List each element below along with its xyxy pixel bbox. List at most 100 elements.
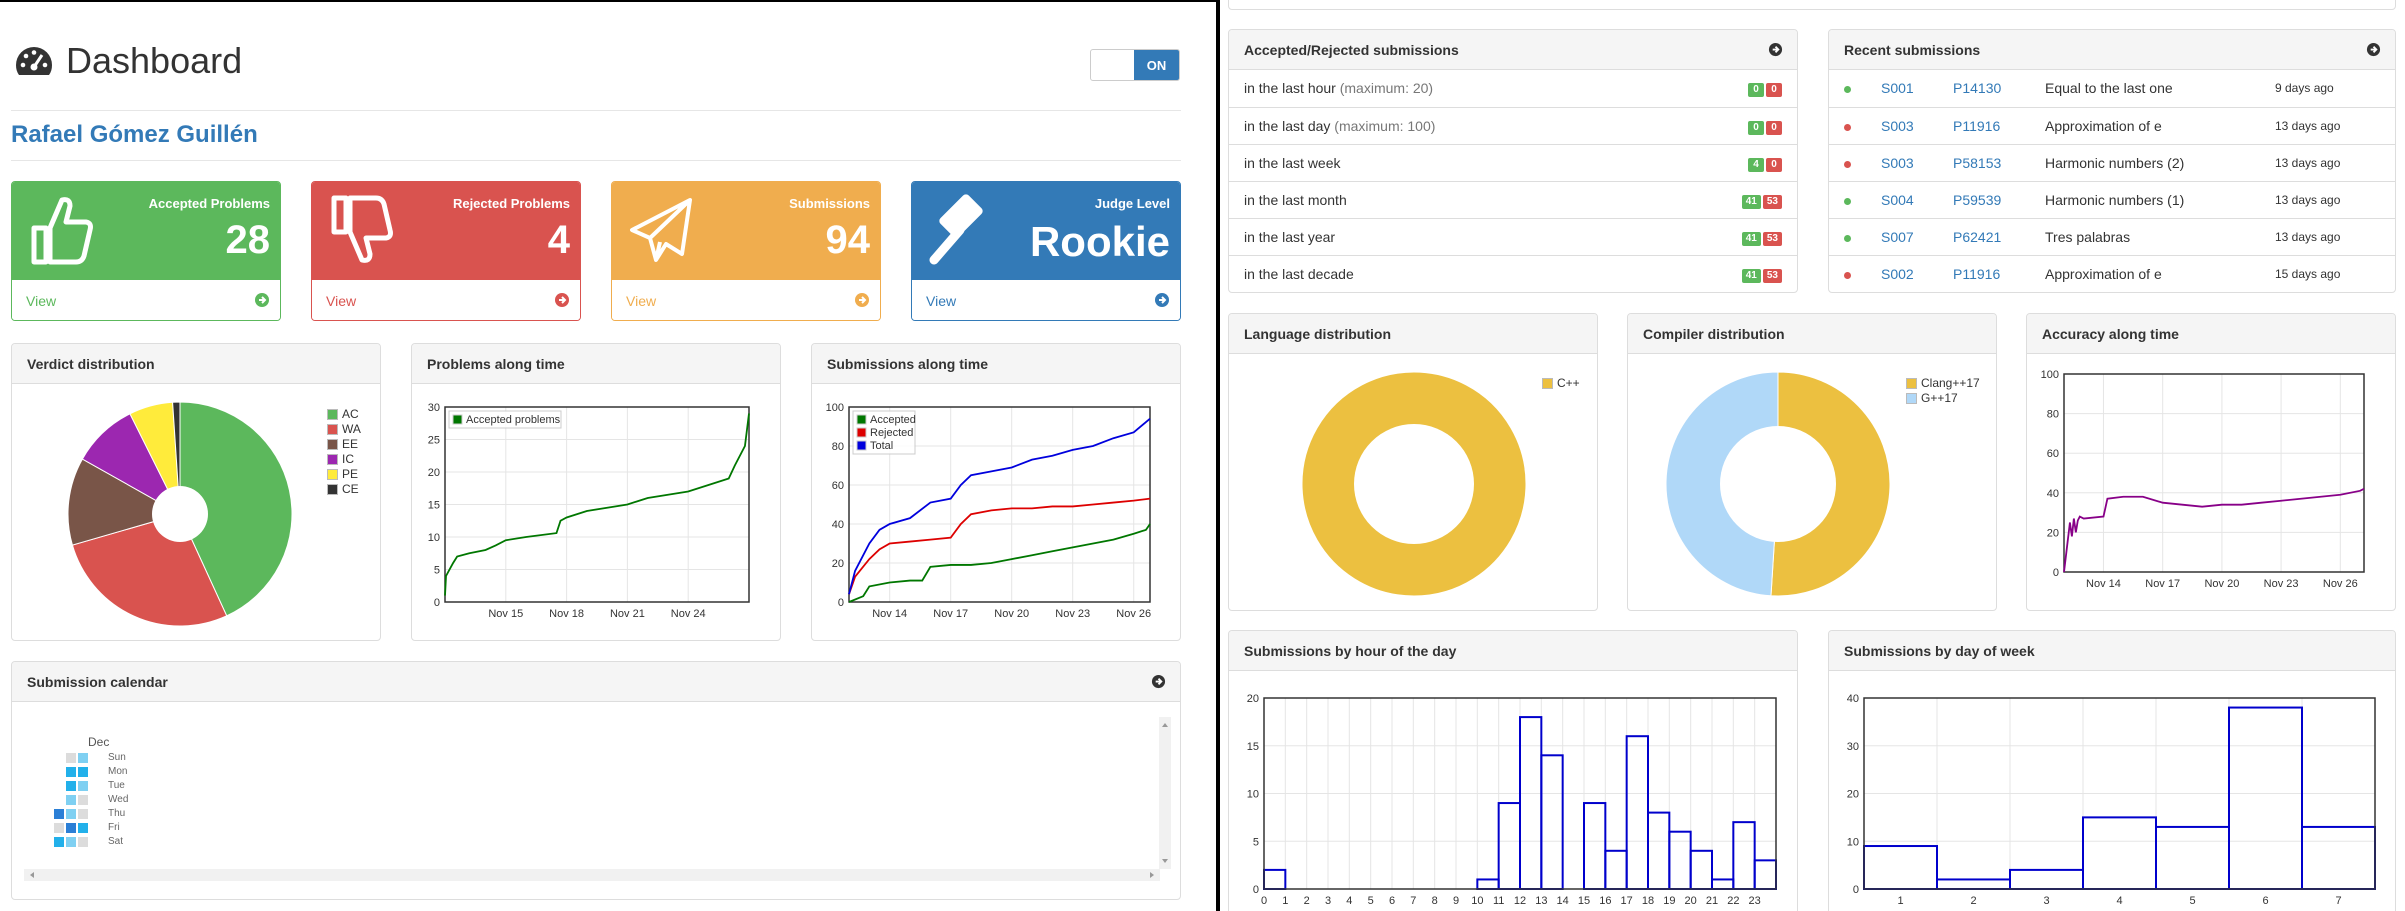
accepted-badge: 41 (1741, 194, 1761, 209)
scroll-left-icon (30, 872, 34, 878)
calendar-day-cell[interactable] (78, 781, 88, 791)
legend-swatch (856, 414, 867, 425)
y-tick-label: 20 (1247, 693, 1259, 705)
recent-submissions-table: S001 P14130 Equal to the last one 9 days ag… (1829, 70, 2395, 292)
tile-value: 4 (547, 218, 570, 262)
calendar-day-cell[interactable] (78, 823, 88, 833)
tile-value: 94 (825, 218, 871, 262)
submission-link[interactable]: S001 (1866, 70, 1938, 107)
calendar-day-cell[interactable] (66, 837, 76, 847)
x-tick-label: Nov 26 (1116, 608, 1151, 620)
x-tick-label: Nov 23 (2264, 578, 2299, 590)
y-tick-label: 100 (2041, 369, 2059, 381)
user-name: Rafael Gómez Guillén (11, 121, 258, 148)
status-dot-icon (1844, 197, 1851, 205)
vertical-scrollbar[interactable] (1159, 717, 1171, 869)
problem-title: Harmonic numbers (2) (2030, 143, 2260, 181)
x-tick-label: 15 (1578, 895, 1590, 907)
problem-title: Approximation of e (2030, 106, 2260, 144)
calendar-day-cell[interactable] (54, 809, 64, 819)
tile-view-link[interactable]: View (912, 280, 1180, 320)
bar-17 (1625, 735, 1649, 890)
problem-link[interactable]: P59539 (1938, 180, 2030, 218)
y-tick-label: 20 (2047, 527, 2059, 539)
view-toggle[interactable]: ON (1090, 49, 1180, 81)
submission-link[interactable]: S007 (1866, 217, 1938, 255)
bar-6 (2228, 706, 2303, 890)
period-note: (maximum: 100) (1334, 117, 1436, 134)
legend-swatch (327, 438, 338, 450)
submission-link[interactable]: S003 (1866, 143, 1938, 181)
submission-time: 13 days ago (2260, 106, 2395, 144)
problem-link[interactable]: P11916 (1938, 254, 2030, 292)
calendar-day-cell[interactable] (54, 823, 64, 833)
x-tick-label: 3 (1325, 895, 1331, 907)
verdict-legend: AC WA EE IC PE CE (327, 407, 361, 497)
submission-time: 13 days ago (2260, 180, 2395, 218)
x-tick-label: 1 (1897, 895, 1903, 907)
calendar-day-cell[interactable] (66, 753, 76, 763)
y-tick-label: 0 (2053, 567, 2059, 579)
submission-link[interactable]: S004 (1866, 180, 1938, 218)
status-dot (1829, 217, 1866, 255)
x-tick-label: 8 (1432, 895, 1438, 907)
period-label: in the last day (maximum: 100) (1229, 106, 1658, 144)
x-tick-label: Nov 24 (671, 608, 706, 620)
status-dot-icon (1844, 234, 1851, 242)
calendar-day-cell[interactable] (78, 795, 88, 805)
x-tick-label: 4 (2116, 895, 2122, 907)
x-tick-label: 14 (1557, 895, 1569, 907)
tile-view-link[interactable]: View (12, 280, 280, 320)
paper-plane-icon (630, 198, 692, 262)
calendar-day-cell[interactable] (66, 767, 76, 777)
x-tick-label: 7 (1410, 895, 1416, 907)
tile-view-link[interactable]: View (612, 280, 880, 320)
bar-0 (1263, 868, 1287, 890)
calendar-day-cell[interactable] (66, 823, 76, 833)
submission-link[interactable]: S002 (1866, 254, 1938, 292)
x-tick-label: 11 (1493, 895, 1504, 907)
calendar-day-cell[interactable] (78, 837, 88, 847)
verdict-panel: Verdict distribution AC WA EE IC PE CE (11, 343, 381, 641)
y-tick-label: 40 (832, 519, 844, 531)
horizontal-scrollbar[interactable] (24, 869, 1160, 881)
tile-label: Judge Level (1094, 196, 1170, 211)
view-link-text: View (26, 293, 57, 309)
tile-rejected-problems: Rejected Problems 4 View (311, 181, 581, 321)
problem-link[interactable]: P14130 (1938, 70, 2030, 107)
tile-accepted-problems: Accepted Problems 28 View (11, 181, 281, 321)
calendar-day-cell[interactable] (66, 809, 76, 819)
calendar-day-cell[interactable] (66, 795, 76, 805)
bar-23 (1753, 859, 1778, 891)
bar-18 (1647, 811, 1671, 891)
legend-item: Clang++17 (1906, 376, 1980, 390)
table-row: in the last decade 41 53 (1229, 254, 1797, 292)
accepted-badge: 41 (1741, 231, 1761, 246)
legend-swatch (1906, 392, 1917, 404)
arrow-circle-right-icon[interactable] (1151, 674, 1166, 689)
calendar-day-cell[interactable] (66, 781, 76, 791)
x-tick-label: 2 (1304, 895, 1310, 907)
arrow-circle-right-icon (855, 293, 869, 307)
accepted-badge: 0 (1748, 83, 1764, 98)
x-tick-label: 9 (1453, 895, 1459, 907)
calendar-day-cell[interactable] (78, 767, 88, 777)
bar-19 (1668, 830, 1692, 890)
calendar-day-cell[interactable] (78, 809, 88, 819)
calendar-day-cell[interactable] (78, 753, 88, 763)
arrow-circle-right-icon[interactable] (2366, 42, 2381, 57)
scroll-right-icon (1150, 872, 1154, 878)
problem-link[interactable]: P62421 (1938, 217, 2030, 255)
gavel-icon (929, 194, 983, 265)
tile-view-link[interactable]: View (312, 280, 580, 320)
y-tick-label: 100 (826, 402, 844, 414)
bar-7 (2301, 825, 2376, 891)
panel-title: Verdict distribution (12, 344, 380, 384)
submission-time: 13 days ago (2260, 143, 2395, 181)
arrow-circle-right-icon[interactable] (1768, 42, 1783, 57)
problem-link[interactable]: P11916 (1938, 106, 2030, 144)
submission-link[interactable]: S003 (1866, 106, 1938, 144)
calendar-day-cell[interactable] (54, 837, 64, 847)
legend-label: Total (870, 440, 893, 452)
problem-link[interactable]: P58153 (1938, 143, 2030, 181)
